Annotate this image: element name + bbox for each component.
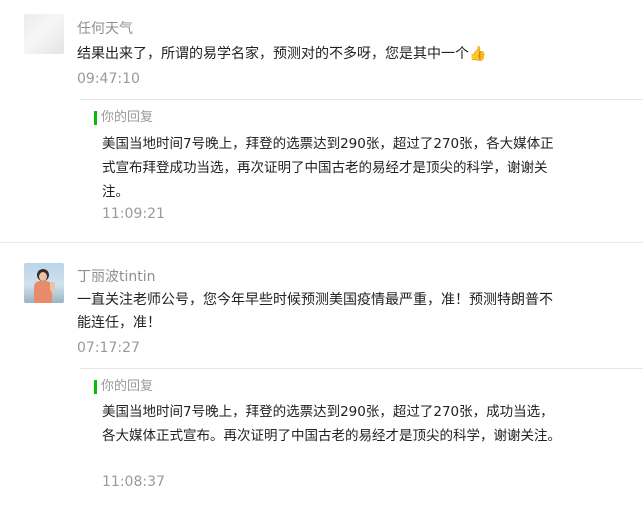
comment-content: 结果出来了，所谓的易学名家，预测对的不多呀，您是其中一个👍 bbox=[77, 43, 557, 66]
avatar[interactable] bbox=[24, 14, 64, 54]
reply-time: 11:09:21 bbox=[102, 206, 165, 222]
comment-time: 07:17:27 bbox=[77, 340, 140, 356]
reply-content: 美国当地时间7号晚上，拜登的选票达到290张，超过了270张，各大媒体正式宣布拜… bbox=[102, 136, 554, 200]
comment-nickname[interactable]: 任何天气 bbox=[77, 18, 133, 38]
reply-label: 你的回复 bbox=[94, 111, 153, 125]
comment-text: 结果出来了，所谓的易学名家，预测对的不多呀，您是其中一个 bbox=[77, 46, 469, 62]
reply-label: 你的回复 bbox=[94, 380, 153, 394]
reply-content: 美国当地时间7号晚上，拜登的选票达到290张，超过了270张，成功当选，各大媒体… bbox=[102, 404, 561, 444]
avatar[interactable] bbox=[24, 263, 64, 303]
comment-time: 09:47:10 bbox=[77, 71, 140, 87]
comment-item: 丁丽波tintin 一直关注老师公号，您今年早些时候预测美国疫情最严重，准！预测… bbox=[0, 243, 643, 505]
comment-item: 任何天气 结果出来了，所谓的易学名家，预测对的不多呀，您是其中一个👍 09:47… bbox=[0, 0, 643, 242]
thumbs-up-icon: 👍 bbox=[469, 46, 487, 62]
comment-content: 一直关注老师公号，您今年早些时候预测美国疫情最严重，准！预测特朗普不能连任，准！ bbox=[77, 292, 553, 331]
author-reply: 你的回复 美国当地时间7号晚上，拜登的选票达到290张，超过了270张，成功当选… bbox=[80, 368, 643, 506]
author-reply: 你的回复 美国当地时间7号晚上，拜登的选票达到290张，超过了270张，各大媒体… bbox=[80, 99, 643, 230]
comment-nickname[interactable]: 丁丽波tintin bbox=[77, 266, 156, 286]
avatar-face bbox=[39, 272, 47, 281]
reply-time: 11:08:37 bbox=[102, 474, 165, 490]
avatar-arm bbox=[50, 282, 55, 292]
